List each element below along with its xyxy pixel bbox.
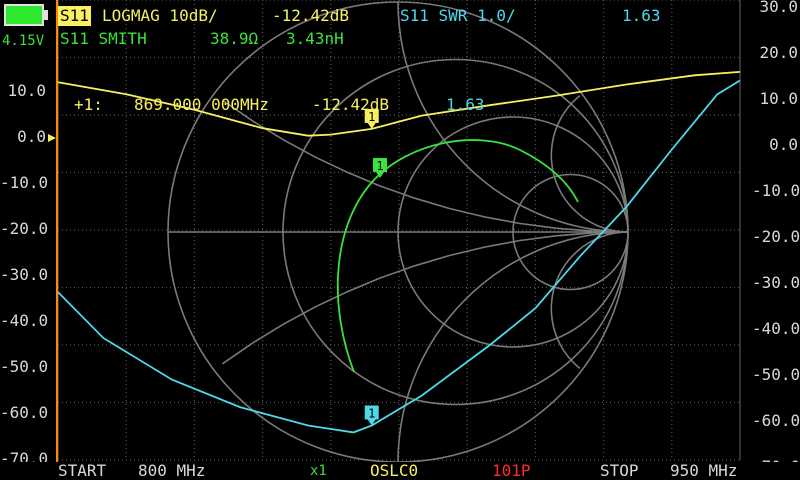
marker-swr: 1.63: [446, 95, 485, 114]
left-axis-label: -10.0: [0, 173, 49, 192]
right-axis-label: 0.0: [769, 135, 798, 154]
left-axis-label: -50.0: [0, 357, 49, 376]
logmag-trace-value: -12.42dB: [272, 6, 350, 25]
left-axis-label: -20.0: [0, 219, 49, 238]
right-axis-label: -60.0: [752, 411, 800, 430]
left-axis-label: -30.0: [0, 265, 49, 284]
smith-resistance: 38.9Ω: [210, 29, 259, 48]
battery-icon: [4, 4, 44, 26]
smith-reactance-arc: [550, 95, 629, 233]
reference-level-icon: [48, 134, 56, 142]
right-axis-label: -20.0: [752, 227, 800, 246]
right-axis-label: -10.0: [752, 181, 800, 200]
right-axis-label: 20.0: [759, 43, 798, 62]
right-axis-label: 30.0: [759, 0, 798, 16]
left-axis-label: -60.0: [0, 403, 49, 422]
smith-inductance: 3.43nH: [286, 29, 344, 48]
right-axis-label: 10.0: [759, 89, 798, 108]
smith-marker-label: 1: [376, 159, 383, 173]
swr-trace-label[interactable]: S11 SWR 1.0/: [400, 7, 516, 25]
left-axis-label: 10.0: [7, 81, 46, 100]
marker-logmag: -12.42dB: [312, 95, 390, 114]
right-axis-label: -30.0: [752, 273, 800, 292]
calibration-status[interactable]: OSLC0: [370, 462, 418, 480]
stop-label[interactable]: STOP: [600, 462, 639, 480]
zoom-level: x1: [310, 463, 327, 479]
right-axis-label: -50.0: [752, 365, 800, 384]
logmag-trace-label[interactable]: LOGMAG 10dB/: [102, 7, 218, 25]
smith-trace: [336, 139, 579, 373]
vna-screen: 111 4.15V S11 LOGMAG 10dB/ -12.42dB S11 …: [0, 0, 800, 480]
battery-tip-icon: [44, 10, 48, 20]
swr-marker-label: 1: [368, 407, 375, 421]
stop-frequency[interactable]: 950 MHz: [670, 462, 737, 480]
battery-voltage: 4.15V: [2, 33, 45, 49]
status-bar: START 800 MHz x1 OSLC0 101P STOP 950 MHz: [0, 462, 800, 480]
start-label[interactable]: START: [58, 462, 106, 480]
reference-line: [56, 0, 58, 480]
marker-label[interactable]: +1:: [74, 96, 103, 114]
left-axis-label: 0.0: [17, 127, 46, 146]
swr-trace-value: 1.63: [622, 6, 661, 25]
left-axis-label: -40.0: [0, 311, 49, 330]
point-count[interactable]: 101P: [492, 462, 531, 480]
markers: 111: [48, 108, 387, 426]
smith-trace-label[interactable]: S11 SMITH: [60, 30, 147, 48]
smith-chart-grid: [167, 1, 629, 463]
smith-reactance-arc: [221, 99, 629, 233]
right-axis-label: -40.0: [752, 319, 800, 338]
plot-area: 111: [48, 0, 741, 463]
smith-reactance-arc: [550, 231, 629, 369]
active-channel-badge[interactable]: S11: [58, 6, 91, 26]
start-frequency[interactable]: 800 MHz: [138, 462, 205, 480]
marker-frequency: 869.000 000MHz: [134, 95, 269, 114]
smith-reactance-arc: [221, 231, 629, 365]
